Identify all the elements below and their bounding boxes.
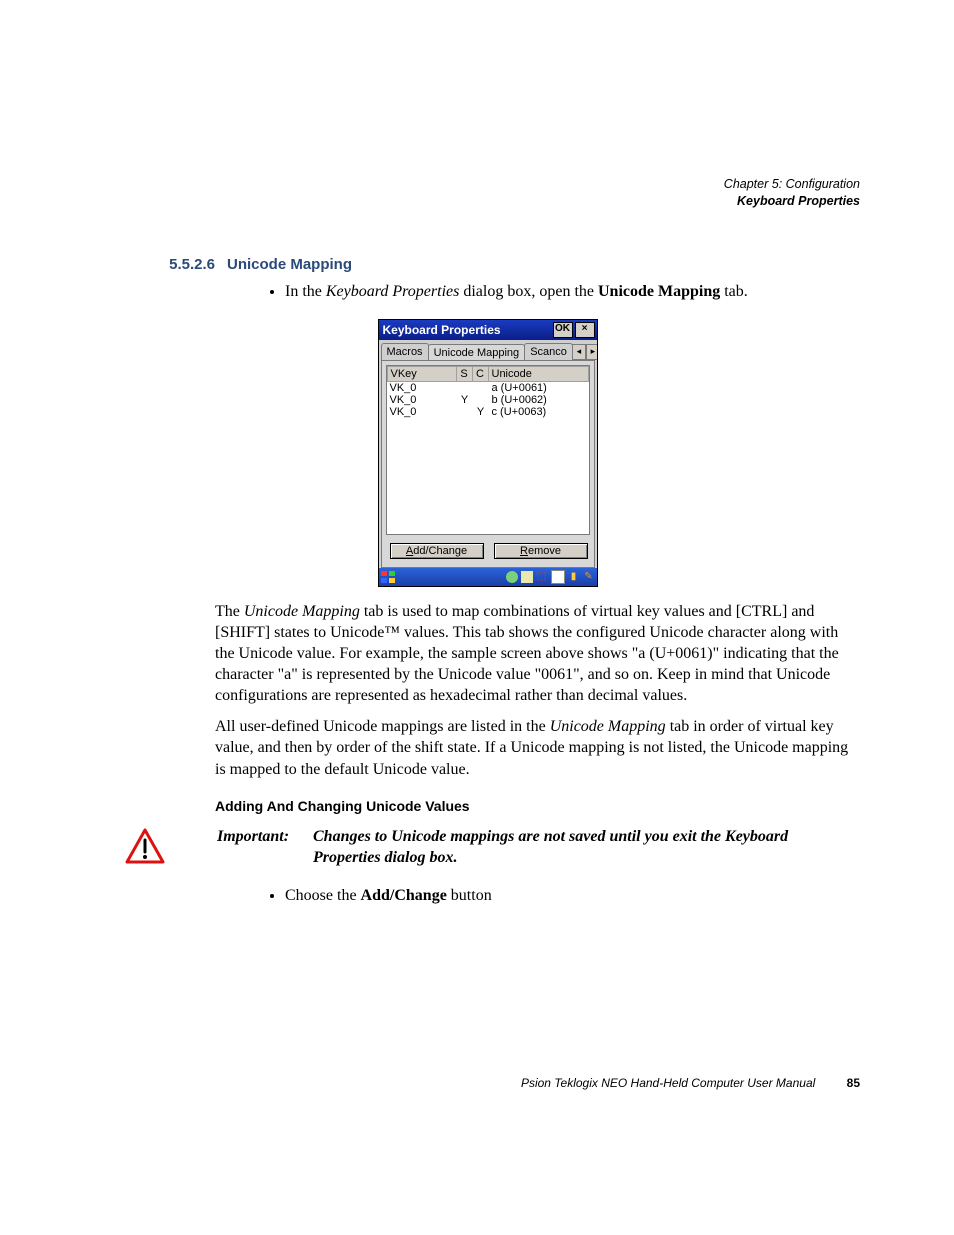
dialog-keyboard-properties: Keyboard Properties OK × Macros Unicode … [378,319,598,587]
tab-macros[interactable]: Macros [381,343,429,360]
tray-battery-icon[interactable]: ▮ [568,571,580,583]
cell-c [473,394,489,406]
important-line2: Properties dialog box. [313,847,788,869]
label-rest: emove [528,545,561,557]
important-label: Important: [217,826,313,848]
page-footer: Psion Teklogix NEO Hand-Held Computer Us… [521,1076,860,1090]
header-section: Keyboard Properties [115,193,860,210]
section-number: 5.5.2.6 [115,256,227,273]
table-row[interactable]: VK_0 Y b (U+0062) [387,394,589,406]
table-row[interactable]: VK_0 a (U+0061) [387,382,589,394]
close-button[interactable]: × [575,322,595,338]
tray-globe-icon[interactable] [506,571,518,583]
cell-vkey: VK_0 [387,394,457,406]
text: button [447,887,492,904]
listview-header: VKey S C Unicode [387,366,589,382]
mnemonic: R [520,545,528,557]
text-italic: Keyboard Properties [326,283,459,300]
warning-icon [125,826,169,869]
tab-unicode-mapping[interactable]: Unicode Mapping [428,344,526,360]
mapping-listview[interactable]: VKey S C Unicode VK_0 a (U+0061) VK_0 Y [386,365,590,535]
text: Choose the [285,887,361,904]
cell-vkey: VK_0 [387,382,457,394]
ok-button[interactable]: OK [553,322,573,338]
step-bullet: Choose the Add/Change button [285,887,860,905]
cell-vkey: VK_0 [387,406,457,418]
footer-text: Psion Teklogix NEO Hand-Held Computer Us… [521,1076,815,1090]
important-note: Important:Changes to Unicode mappings ar… [125,826,860,869]
cell-c: Y [473,406,489,418]
tab-scroll-left[interactable]: ◂ [572,344,586,360]
col-unicode[interactable]: Unicode [489,366,589,382]
page-number: 85 [847,1076,860,1090]
step-bullet-list: Choose the Add/Change button [245,887,860,905]
system-tray: ⬚ ▮ ✎ [506,570,595,584]
tab-body: VKey S C Unicode VK_0 a (U+0061) VK_0 Y [381,360,595,568]
tab-strip: Macros Unicode Mapping Scanco ◂ ▸ [379,340,597,360]
col-vkey[interactable]: VKey [387,366,457,382]
text: All user-defined Unicode mappings are li… [215,718,550,735]
start-icon[interactable] [381,571,395,583]
tray-network-icon[interactable]: ⬚ [536,571,548,583]
cell-s: Y [457,394,473,406]
cell-s [457,406,473,418]
sub-heading: Adding And Changing Unicode Values [215,798,860,814]
tab-scroll-arrows: ◂ ▸ [572,344,597,360]
text-bold: Unicode Mapping [598,283,720,300]
cell-c [473,382,489,394]
cell-unicode: b (U+0062) [489,394,589,406]
col-c[interactable]: C [473,366,489,382]
remove-button[interactable]: Remove [494,543,588,559]
section-heading: 5.5.2.6 Unicode Mapping [115,256,860,273]
running-header: Chapter 5: Configuration Keyboard Proper… [115,176,860,210]
intro-bullet: In the Keyboard Properties dialog box, o… [285,283,860,301]
text: tab. [720,283,748,300]
text-italic: Unicode Mapping [550,718,666,735]
dialog-button-row: Add/Change Remove [382,539,594,567]
tab-scancode[interactable]: Scanco [524,343,573,360]
text: In the [285,283,326,300]
header-chapter: Chapter 5: Configuration [115,176,860,193]
text: dialog box, open the [459,283,598,300]
cell-unicode: c (U+0063) [489,406,589,418]
dialog-titlebar: Keyboard Properties OK × [379,320,597,340]
important-text: Important:Changes to Unicode mappings ar… [217,826,788,869]
tab-scroll-right[interactable]: ▸ [586,344,597,360]
label-rest: dd/Change [413,545,467,557]
table-row[interactable]: VK_0 Y c (U+0063) [387,406,589,418]
add-change-button[interactable]: Add/Change [390,543,484,559]
dialog-title: Keyboard Properties [383,323,501,337]
important-line1: Changes to Unicode mappings are not save… [313,828,788,845]
screenshot-figure: Keyboard Properties OK × Macros Unicode … [115,319,860,587]
text-italic: Unicode Mapping [244,603,360,620]
tray-sip-icon[interactable] [521,571,533,583]
section-title: Unicode Mapping [227,256,352,273]
text: The [215,603,244,620]
body-paragraph-1: The Unicode Mapping tab is used to map c… [215,601,860,707]
cell-unicode: a (U+0061) [489,382,589,394]
text-bold: Add/Change [361,887,447,904]
col-s[interactable]: S [457,366,473,382]
taskbar: ⬚ ▮ ✎ [379,568,597,586]
cell-s [457,382,473,394]
tray-doc-icon[interactable] [551,570,565,584]
body-paragraph-2: All user-defined Unicode mappings are li… [215,716,860,779]
tray-pen-icon[interactable]: ✎ [583,571,595,583]
intro-bullet-list: In the Keyboard Properties dialog box, o… [245,283,860,301]
